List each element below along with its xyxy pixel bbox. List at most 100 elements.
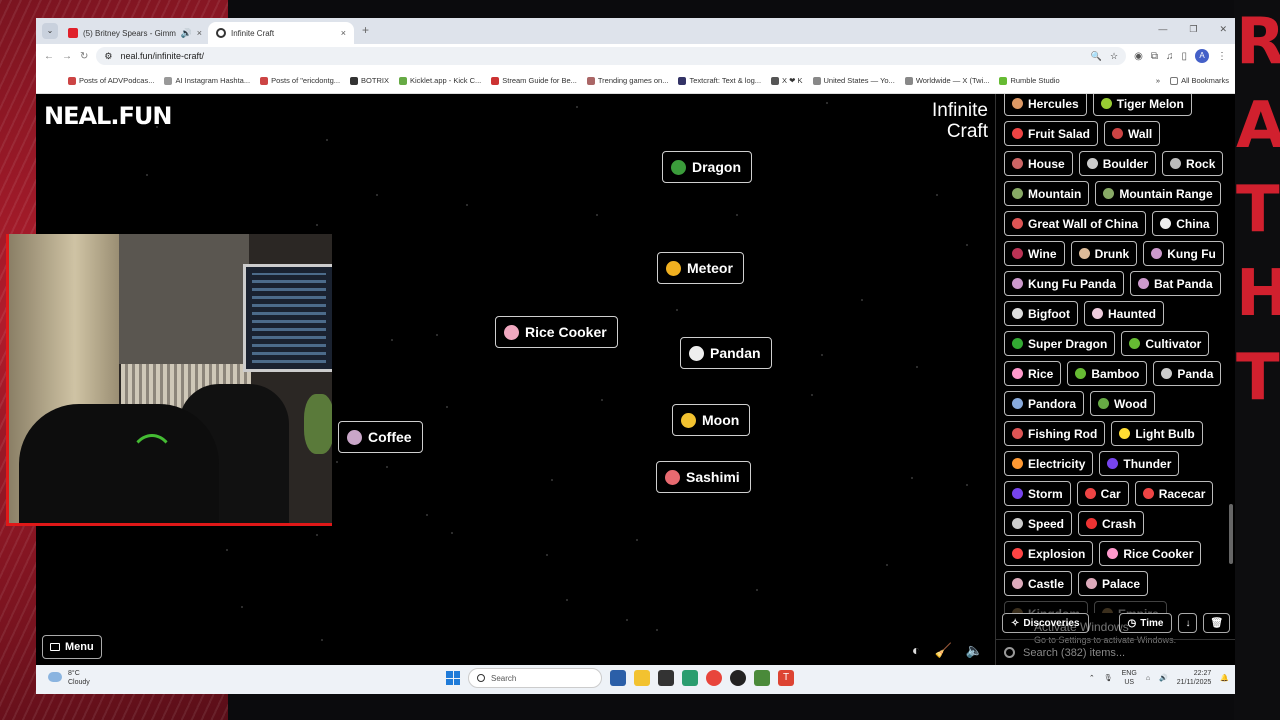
minimize-icon[interactable]: — (1158, 24, 1167, 35)
canvas-item-rice-cooker[interactable]: Rice Cooker (495, 316, 618, 348)
sidebar-item-wall[interactable]: Wall (1104, 121, 1161, 146)
sidebar-item-cultivator[interactable]: Cultivator (1121, 331, 1210, 356)
bookmark-item[interactable]: Textcraft: Text & log... (678, 76, 761, 85)
speaker-icon[interactable]: 🔊 (181, 28, 192, 39)
forward-icon[interactable]: → (62, 51, 72, 62)
close-tab-icon[interactable]: × (197, 28, 202, 38)
bookmark-item[interactable]: Posts of ADVPodcas... (68, 76, 154, 85)
weather-widget[interactable]: 8°C Cloudy (48, 669, 90, 687)
close-window-icon[interactable]: ✕ (1219, 24, 1227, 35)
media-icon[interactable]: ♫ (1166, 51, 1174, 62)
dark-mode-icon[interactable]: ◐ (912, 642, 920, 659)
chevron-up-icon[interactable]: ⌃ (1089, 674, 1095, 682)
extensions-puzzle-icon[interactable]: ⧉ (1151, 51, 1158, 62)
broom-clear-icon[interactable]: 🧹 (934, 642, 951, 659)
sidebar-item-thunder[interactable]: Thunder (1099, 451, 1180, 476)
sidebar-item-explosion[interactable]: Explosion (1004, 541, 1094, 566)
language-indicator[interactable]: ENG US (1122, 669, 1137, 687)
sidebar-item-bamboo[interactable]: Bamboo (1067, 361, 1148, 386)
sidebar-item-house[interactable]: House (1004, 151, 1073, 176)
bookmark-item[interactable]: BOTRIX (350, 76, 389, 85)
chrome-icon[interactable] (706, 670, 722, 686)
sidepanel-icon[interactable]: ▯ (1181, 51, 1187, 62)
sidebar-item-racecar[interactable]: Racecar (1134, 481, 1214, 506)
bookmark-item[interactable]: Rumble Studio (999, 76, 1060, 85)
sound-icon[interactable]: 🔈 (966, 642, 983, 659)
sidebar-item-super-dragon[interactable]: Super Dragon (1004, 331, 1116, 356)
profile-avatar[interactable]: A (1195, 49, 1209, 63)
extension-icon[interactable]: ◉ (1134, 51, 1143, 62)
canvas-item-pandan[interactable]: Pandan (680, 337, 772, 369)
close-tab-icon[interactable]: × (341, 28, 346, 38)
delete-button[interactable]: 🗑 (1203, 613, 1231, 633)
sidebar-item-hercules[interactable]: Hercules (1004, 94, 1087, 116)
sidebar-item-great-wall-of-china[interactable]: Great Wall of China (1004, 211, 1147, 236)
notepad-icon[interactable] (682, 670, 698, 686)
sidebar-item-china[interactable]: China (1152, 211, 1218, 236)
zoom-icon[interactable]: 🔍 (1091, 51, 1102, 62)
app-icon[interactable] (658, 670, 674, 686)
sidebar-item-bigfoot[interactable]: Bigfoot (1004, 301, 1078, 326)
back-icon[interactable]: ← (44, 51, 54, 62)
sidebar-item-kung-fu[interactable]: Kung Fu (1143, 241, 1224, 266)
sidebar-item-storm[interactable]: Storm (1004, 481, 1071, 506)
site-info-icon[interactable]: ⚙ (104, 51, 112, 62)
clock[interactable]: 22:27 21/11/2025 (1177, 669, 1212, 687)
app-t-icon[interactable]: T (778, 670, 794, 686)
sidebar-item-wine[interactable]: Wine (1004, 241, 1065, 266)
sidebar-item-fishing-rod[interactable]: Fishing Rod (1004, 421, 1106, 446)
tab-search-button[interactable]: ⌄ (42, 23, 58, 39)
item-search-field[interactable]: Search (382) items... (996, 639, 1235, 665)
kebab-menu-icon[interactable]: ⋮ (1217, 51, 1227, 62)
sidebar-item-rice-cooker[interactable]: Rice Cooker (1099, 541, 1202, 566)
file-explorer-icon[interactable] (634, 670, 650, 686)
windows-start-icon[interactable] (446, 671, 460, 685)
sidebar-item-tiger-melon[interactable]: Tiger Melon (1092, 94, 1192, 116)
task-view-icon[interactable] (610, 670, 626, 686)
sidebar-item-crash[interactable]: Crash (1078, 511, 1145, 536)
bookmark-item[interactable]: United States — Yo... (812, 76, 895, 85)
sidebar-item-panda[interactable]: Panda (1153, 361, 1222, 386)
app-green-icon[interactable] (754, 670, 770, 686)
sidebar-item-haunted[interactable]: Haunted (1083, 301, 1164, 326)
bookmark-item[interactable]: Stream Guide for Be... (491, 76, 577, 85)
sidebar-item-drunk[interactable]: Drunk (1070, 241, 1138, 266)
bookmark-star-icon[interactable]: ☆ (1110, 51, 1118, 62)
bookmark-item[interactable]: X ❤ K (771, 76, 803, 85)
more-bookmarks-icon[interactable]: » (1156, 76, 1160, 85)
canvas-item-moon[interactable]: Moon (672, 404, 751, 436)
new-tab-button[interactable]: + (362, 23, 369, 37)
sidebar-item-boulder[interactable]: Boulder (1078, 151, 1157, 176)
sidebar-item-kung-fu-panda[interactable]: Kung Fu Panda (1004, 271, 1124, 296)
bookmark-item[interactable]: AI Instagram Hashta... (164, 76, 250, 85)
all-bookmarks-folder[interactable]: All Bookmarks (1170, 76, 1229, 85)
taskbar-search[interactable]: Search (468, 668, 602, 688)
sidebar-item-mountain-range[interactable]: Mountain Range (1095, 181, 1221, 206)
sort-time-button[interactable]: ◷ Time (1118, 613, 1173, 633)
volume-icon[interactable]: 🔊 (1159, 674, 1168, 682)
sidebar-item-rice[interactable]: Rice (1004, 361, 1062, 386)
sidebar-item-electricity[interactable]: Electricity (1004, 451, 1094, 476)
neal-fun-logo[interactable]: NEAL.FUN (44, 102, 172, 130)
sidebar-item-mountain[interactable]: Mountain (1004, 181, 1090, 206)
network-icon[interactable]: ⌂ (1146, 675, 1150, 682)
sort-direction-button[interactable]: ↓ (1178, 613, 1198, 633)
sidebar-item-palace[interactable]: Palace (1078, 571, 1149, 596)
mic-icon[interactable]: 🎙 (1104, 674, 1113, 682)
bookmark-item[interactable]: Trending games on... (586, 76, 668, 85)
sidebar-item-speed[interactable]: Speed (1004, 511, 1073, 536)
url-field[interactable]: ⚙ neal.fun/infinite-craft/ 🔍 ☆ (96, 47, 1127, 65)
sidebar-item-light-bulb[interactable]: Light Bulb (1111, 421, 1203, 446)
sidebar-scrollbar[interactable] (1229, 504, 1233, 564)
tab-youtube[interactable]: (5) Britney Spears - Gimme 🔊 × (60, 22, 210, 44)
bookmark-item[interactable]: Worldwide — X (Twi... (904, 76, 989, 85)
discoveries-button[interactable]: ✧ Discoveries (1002, 613, 1089, 633)
maximize-icon[interactable]: ❐ (1189, 24, 1197, 35)
notification-bell-icon[interactable]: 🔔 (1220, 674, 1229, 682)
sidebar-item-castle[interactable]: Castle (1004, 571, 1073, 596)
obs-icon[interactable] (730, 670, 746, 686)
canvas-item-dragon[interactable]: Dragon (662, 151, 752, 183)
sidebar-item-pandora[interactable]: Pandora (1004, 391, 1085, 416)
bookmark-item[interactable]: Posts of "ericdontg... (260, 76, 340, 85)
sidebar-item-fruit-salad[interactable]: Fruit Salad (1004, 121, 1099, 146)
